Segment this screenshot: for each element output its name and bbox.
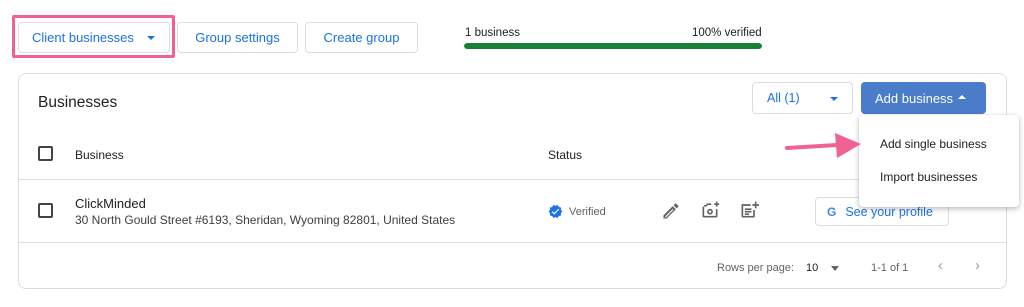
page-title: Businesses xyxy=(38,94,118,111)
add-business-menu: Add single business Import businesses xyxy=(859,115,1019,207)
column-header-status: Status xyxy=(548,148,583,162)
menu-item-add-single-business[interactable]: Add single business xyxy=(880,137,987,151)
chevron-left-icon[interactable]: ‹ xyxy=(938,257,943,274)
add-photo-icon[interactable] xyxy=(700,200,720,220)
select-all-checkbox[interactable] xyxy=(38,146,53,161)
client-businesses-dropdown[interactable]: Client businesses xyxy=(18,22,170,53)
chevron-right-icon[interactable]: › xyxy=(975,257,980,274)
add-business-label: Add business xyxy=(875,90,954,106)
caret-down-icon xyxy=(830,97,838,101)
edit-pencil-icon[interactable] xyxy=(661,201,681,221)
caret-up-icon xyxy=(958,95,966,99)
google-g-icon: G xyxy=(827,204,837,219)
create-group-button[interactable]: Create group xyxy=(305,22,418,53)
add-post-icon[interactable] xyxy=(739,200,759,220)
rows-per-page-label: Rows per page: xyxy=(717,262,795,274)
client-businesses-label: Client businesses xyxy=(32,30,134,45)
verification-progress-bar xyxy=(464,43,762,49)
header-divider xyxy=(19,179,1006,180)
status-badge: Verified xyxy=(569,206,606,218)
annotation-arrow-icon xyxy=(785,133,861,158)
add-business-button[interactable]: Add business xyxy=(861,82,986,114)
group-settings-button[interactable]: Group settings xyxy=(177,22,298,53)
caret-down-icon xyxy=(147,36,155,40)
verification-count: 1 business xyxy=(465,27,520,39)
group-settings-label: Group settings xyxy=(195,30,280,45)
create-group-label: Create group xyxy=(323,30,400,45)
verification-progress-fill xyxy=(464,43,762,49)
menu-item-import-businesses[interactable]: Import businesses xyxy=(880,170,977,184)
verification-percent: 100% verified xyxy=(692,27,762,39)
rows-per-page-select[interactable]: 10 xyxy=(806,262,818,274)
verified-check-icon xyxy=(548,204,563,219)
caret-down-icon[interactable] xyxy=(831,266,839,271)
business-name: ClickMinded xyxy=(75,196,146,211)
business-address: 30 North Gould Street #6193, Sheridan, W… xyxy=(75,213,456,227)
pagination-range: 1-1 of 1 xyxy=(871,262,909,274)
row-checkbox[interactable] xyxy=(38,203,53,218)
column-header-business: Business xyxy=(75,148,124,162)
filter-select[interactable]: All (1) xyxy=(752,82,853,114)
row-divider xyxy=(19,242,1006,243)
filter-select-value: All (1) xyxy=(767,91,800,105)
